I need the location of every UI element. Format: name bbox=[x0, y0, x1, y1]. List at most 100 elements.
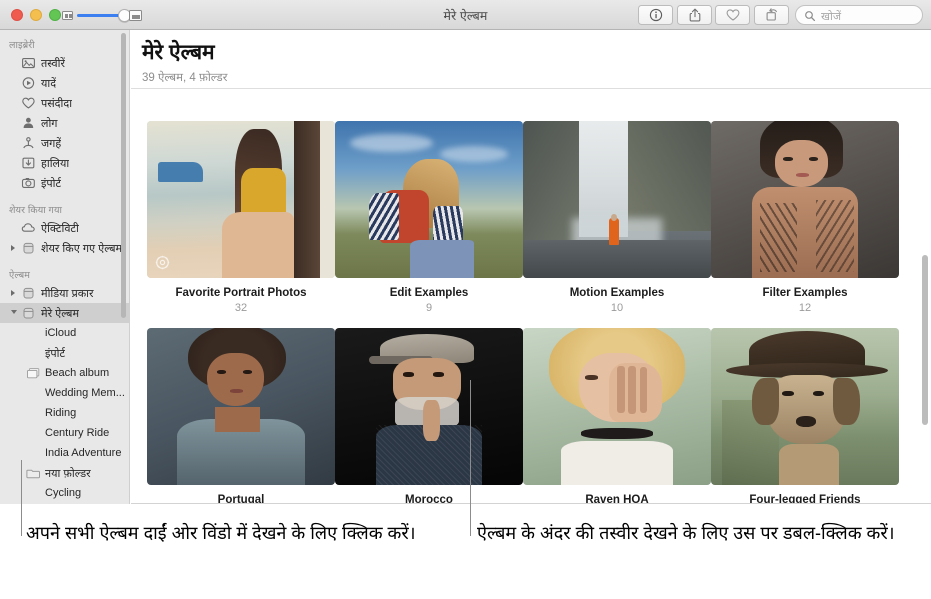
sidebar-item-14[interactable]: Wedding Mem... bbox=[0, 383, 129, 403]
content-scrollbar[interactable] bbox=[922, 255, 928, 425]
album-name: Edit Examples bbox=[389, 287, 469, 299]
sidebar[interactable]: लाइब्रेरी तस्वीरें यादें पसंदीदा लोग जगहे… bbox=[0, 30, 130, 504]
sidebar-item-label: हालिया bbox=[41, 157, 70, 170]
sidebar-item-label: India Adventure bbox=[45, 447, 122, 459]
album-thumbnail[interactable] bbox=[711, 328, 899, 485]
favorite-button[interactable] bbox=[715, 5, 750, 25]
info-button[interactable] bbox=[638, 5, 673, 25]
search-field[interactable]: खोजें bbox=[795, 5, 923, 25]
photo-thumb-icon bbox=[26, 346, 40, 360]
page-title: मेरे ऐल्बम bbox=[142, 41, 215, 64]
album-card[interactable]: Portugal71 bbox=[147, 328, 335, 504]
album-card[interactable]: Morocco32 bbox=[335, 328, 523, 504]
album-card[interactable]: Edit Examples 9 bbox=[335, 121, 523, 314]
photo-thumb-icon bbox=[26, 386, 40, 400]
sidebar-item-label: Beach album bbox=[45, 367, 110, 379]
sidebar-item-0[interactable]: तस्वीरें bbox=[0, 53, 129, 73]
album-thumbnail[interactable] bbox=[147, 121, 335, 278]
album-item-count: 12 bbox=[798, 302, 812, 314]
sidebar-item-label: पसंदीदा bbox=[41, 97, 73, 110]
album-name: Motion Examples bbox=[569, 287, 665, 299]
album-icon bbox=[21, 306, 36, 320]
album-card[interactable]: Four-legged Friends38 bbox=[711, 328, 899, 504]
callout-leader-line-left bbox=[21, 504, 22, 536]
window-titlebar: मेरे ऐल्बम खोजें bbox=[0, 0, 931, 30]
chevron-right-icon[interactable] bbox=[9, 288, 20, 299]
person-icon bbox=[21, 116, 36, 130]
sidebar-item-11[interactable]: iCloud bbox=[0, 323, 129, 343]
content-area: मेरे ऐल्बम 39 ऐल्बम, 4 फ़ोल्डर Favorite … bbox=[131, 30, 931, 504]
album-card[interactable]: Filter Examples 12 bbox=[711, 121, 899, 314]
album-thumbnail[interactable] bbox=[523, 121, 711, 278]
album-card[interactable]: Favorite Portrait Photos 32 bbox=[147, 121, 335, 314]
share-icon bbox=[689, 8, 700, 22]
album-card[interactable]: Raven HOA4 bbox=[523, 328, 711, 504]
page-subtitle: 39 ऐल्बम, 4 फ़ोल्डर bbox=[142, 72, 228, 84]
photos-icon bbox=[21, 56, 36, 70]
chevron-right-icon[interactable] bbox=[9, 243, 20, 254]
sidebar-item-4[interactable]: जगहें bbox=[0, 133, 129, 153]
sidebar-item-label: Century Ride bbox=[45, 427, 110, 439]
camera-icon bbox=[21, 176, 36, 190]
album-item-count: 10 bbox=[610, 302, 624, 314]
sidebar-item-15[interactable]: Riding bbox=[0, 403, 129, 423]
sidebar-item-label: Cycling bbox=[45, 487, 82, 499]
gear-icon bbox=[155, 255, 170, 270]
sidebar-item-10[interactable]: मेरे ऐल्बम bbox=[0, 303, 129, 323]
album-icon bbox=[21, 241, 36, 255]
window-title: मेरे ऐल्बम bbox=[443, 9, 488, 23]
sidebar-item-label: मीडिया प्रकार bbox=[41, 287, 94, 300]
pin-icon bbox=[21, 136, 36, 150]
sidebar-item-6[interactable]: इंपोर्ट bbox=[0, 173, 129, 193]
cloud-icon bbox=[21, 221, 36, 235]
sidebar-scrollbar[interactable] bbox=[121, 33, 126, 318]
share-button[interactable] bbox=[677, 5, 712, 25]
search-input-placeholder[interactable]: खोजें bbox=[821, 9, 841, 24]
album-card[interactable]: Motion Examples 10 bbox=[523, 121, 711, 314]
sidebar-item-17[interactable]: India Adventure bbox=[0, 443, 129, 463]
album-grid: Favorite Portrait Photos 32 Edit Examples… bbox=[131, 89, 931, 504]
album-name: Favorite Portrait Photos bbox=[175, 287, 307, 299]
sidebar-item-12[interactable]: इंपोर्ट bbox=[0, 343, 129, 363]
photo-thumb-icon bbox=[26, 406, 40, 420]
sidebar-item-18[interactable]: नया फ़ोल्डर bbox=[0, 463, 129, 483]
sidebar-item-2[interactable]: पसंदीदा bbox=[0, 93, 129, 113]
download-icon bbox=[21, 156, 36, 170]
info-icon bbox=[649, 8, 662, 22]
sidebar-item-label: इंपोर्ट bbox=[45, 347, 66, 360]
album-thumbnail[interactable] bbox=[523, 328, 711, 485]
search-icon bbox=[805, 11, 816, 22]
sidebar-section-header: लाइब्रेरी bbox=[9, 40, 35, 51]
album-thumbnail[interactable] bbox=[335, 328, 523, 485]
sidebar-item-13[interactable]: Beach album bbox=[0, 363, 129, 383]
album-thumbnail[interactable] bbox=[147, 328, 335, 485]
heart-icon bbox=[726, 9, 739, 21]
sidebar-item-3[interactable]: लोग bbox=[0, 113, 129, 133]
album-thumbnail[interactable] bbox=[711, 121, 899, 278]
sidebar-item-5[interactable]: हालिया bbox=[0, 153, 129, 173]
sidebar-item-8[interactable]: शेयर किए गए ऐल्बम bbox=[0, 238, 129, 258]
sidebar-item-9[interactable]: मीडिया प्रकार bbox=[0, 283, 129, 303]
sidebar-item-label: मेरे ऐल्बम bbox=[41, 307, 80, 320]
chevron-down-icon[interactable] bbox=[9, 308, 20, 319]
sidebar-section-header: शेयर किया गया bbox=[9, 205, 63, 216]
sidebar-item-label: Riding bbox=[45, 407, 77, 419]
sidebar-item-19[interactable]: Cycling bbox=[0, 483, 129, 503]
callout-leader-line-right bbox=[470, 504, 471, 536]
photo-thumb-icon bbox=[26, 446, 40, 460]
sidebar-item-label: शेयर किए गए ऐल्बम bbox=[41, 242, 123, 255]
sidebar-item-16[interactable]: Century Ride bbox=[0, 423, 129, 443]
photos-app-window: मेरे ऐल्बम खोजें लाइब्रेरी तस्वीरें यादे… bbox=[0, 0, 931, 504]
sidebar-list: लाइब्रेरी तस्वीरें यादें पसंदीदा लोग जगहे… bbox=[0, 38, 129, 504]
album-thumbnail[interactable] bbox=[335, 121, 523, 278]
sidebar-item-7[interactable]: ऐक्टिविटी bbox=[0, 218, 129, 238]
rotate-button[interactable] bbox=[754, 5, 789, 25]
sidebar-item-label: यादें bbox=[41, 77, 57, 90]
sidebar-item-1[interactable]: यादें bbox=[0, 73, 129, 93]
sidebar-item-label: जगहें bbox=[41, 137, 62, 150]
